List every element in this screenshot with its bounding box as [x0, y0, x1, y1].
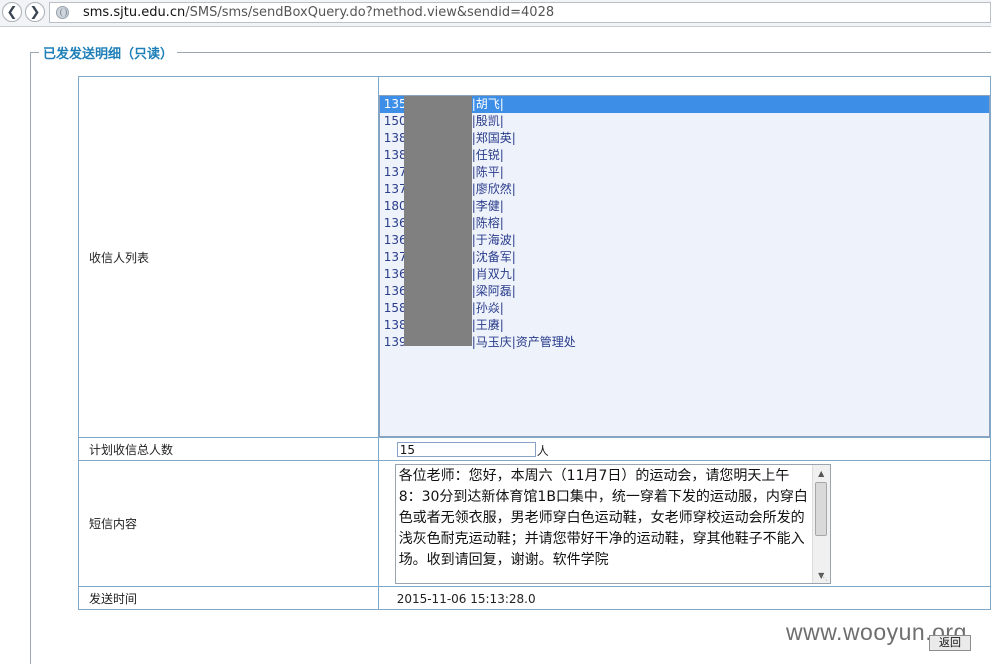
recipient-phone-prefix: 137 [383, 165, 407, 179]
count-label: 计划收信总人数 [78, 437, 379, 461]
recipient-phone-prefix: 136 [383, 216, 407, 230]
browser-toolbar: ❮ ❯ sms.sjtu.edu.cn/SMS/sms/sendBoxQuery… [0, 0, 991, 27]
recipient-phone-prefix: 136 [383, 284, 407, 298]
url-path: /SMS/sms/sendBoxQuery.do?method.view&sen… [185, 5, 555, 20]
recipient-name: |陈榕| [471, 216, 504, 230]
recipient-name: |于海波| [471, 233, 516, 247]
recipient-phone-prefix: 137 [383, 182, 407, 196]
recipient-name: |梁阿磊| [471, 284, 516, 298]
sms-row: 短信内容 各位老师：您好，本周六（11月7日）的运动会，请您明天上午8：30分到… [78, 460, 991, 587]
back-button[interactable]: 返回 [929, 635, 971, 651]
recipient-phone-prefix: 138 [383, 131, 407, 145]
recipient-phone-prefix: 150 [383, 114, 407, 128]
recipient-count-input[interactable] [396, 442, 536, 457]
recipient-phone-prefix: 138 [383, 148, 407, 162]
recipient-name: |郑国英| [471, 131, 516, 145]
sms-value-cell: 各位老师：您好，本周六（11月7日）的运动会，请您明天上午8：30分到达新体育馆… [377, 460, 991, 587]
recipient-name: |李健| [471, 199, 504, 213]
sms-content-text: 各位老师：您好，本周六（11月7日）的运动会，请您明天上午8：30分到达新体育馆… [398, 468, 808, 568]
time-row: 发送时间 2015-11-06 15:13:28.0 [78, 586, 991, 610]
recipient-name: |沈备军| [471, 250, 516, 264]
sms-scrollbar[interactable]: ▲ ▼ [811, 465, 830, 583]
recipient-name: |殷凯| [471, 114, 504, 128]
recipient-name: |孙焱| [471, 301, 504, 315]
scroll-thumb[interactable] [814, 482, 827, 536]
url-host: sms.sjtu.edu.cn [83, 5, 186, 20]
globe-icon [56, 6, 69, 19]
recipients-label: 收信人列表 [78, 76, 379, 438]
recipient-name: |胡飞| [471, 97, 504, 111]
url-text: sms.sjtu.edu.cn/SMS/sms/sendBoxQuery.do?… [83, 5, 554, 20]
recipient-name: |王赓| [471, 318, 504, 332]
recipient-phone-prefix: 138 [383, 318, 407, 332]
count-unit: 人 [536, 444, 549, 458]
send-detail-table: 收信人列表 135 |胡飞| 150 |殷凯| 138 |郑国英| 138 |任锐| 137 |陈… [78, 76, 991, 610]
scroll-up-arrow-icon[interactable]: ▲ [813, 465, 830, 481]
fieldset-border-left [30, 52, 31, 664]
recipient-name: |陈平| [471, 165, 504, 179]
recipient-phone-prefix: 158 [383, 301, 407, 315]
recipient-phone-prefix: 139 [383, 335, 407, 349]
count-value-cell: 人 [377, 437, 991, 461]
recipient-name: |马玉庆|资产管理处 [471, 335, 576, 349]
recipient-phone-prefix: 137 [383, 250, 407, 264]
recipient-phone-prefix: 135 [383, 97, 407, 111]
redaction-mask [403, 96, 472, 346]
send-time-value: 2015-11-06 15:13:28.0 [396, 592, 536, 606]
recipients-row: 收信人列表 135 |胡飞| 150 |殷凯| 138 |郑国英| 138 |任锐| 137 |陈… [78, 76, 991, 438]
time-value-cell: 2015-11-06 15:13:28.0 [377, 586, 991, 610]
fieldset-legend: 已发发送明细（只读） [39, 43, 178, 62]
recipient-name: |任锐| [471, 148, 504, 162]
sms-label: 短信内容 [78, 460, 379, 587]
recipient-phone-prefix: 136 [383, 267, 407, 281]
recipient-phone-prefix: 180 [383, 199, 407, 213]
recipient-name: |廖欣然| [471, 182, 516, 196]
recipient-name: |肖双九| [471, 267, 516, 281]
back-arrow-icon[interactable]: ❮ [2, 2, 22, 22]
address-bar[interactable]: sms.sjtu.edu.cn/SMS/sms/sendBoxQuery.do?… [49, 2, 991, 23]
recipient-phone-prefix: 136 [383, 233, 407, 247]
time-label: 发送时间 [78, 586, 379, 610]
recipients-value-cell: 135 |胡飞| 150 |殷凯| 138 |郑国英| 138 |任锐| 137 |陈平| 137 |… [377, 76, 991, 438]
count-row: 计划收信总人数 人 [78, 437, 991, 461]
resize-grip-icon[interactable]: ⋱ [820, 573, 828, 582]
forward-arrow-icon[interactable]: ❯ [25, 2, 45, 22]
recipient-listbox[interactable]: 135 |胡飞| 150 |殷凯| 138 |郑国英| 138 |任锐| 137 |陈平| 137 |… [378, 95, 990, 437]
sms-content-textarea[interactable]: 各位老师：您好，本周六（11月7日）的运动会，请您明天上午8：30分到达新体育馆… [394, 464, 831, 584]
